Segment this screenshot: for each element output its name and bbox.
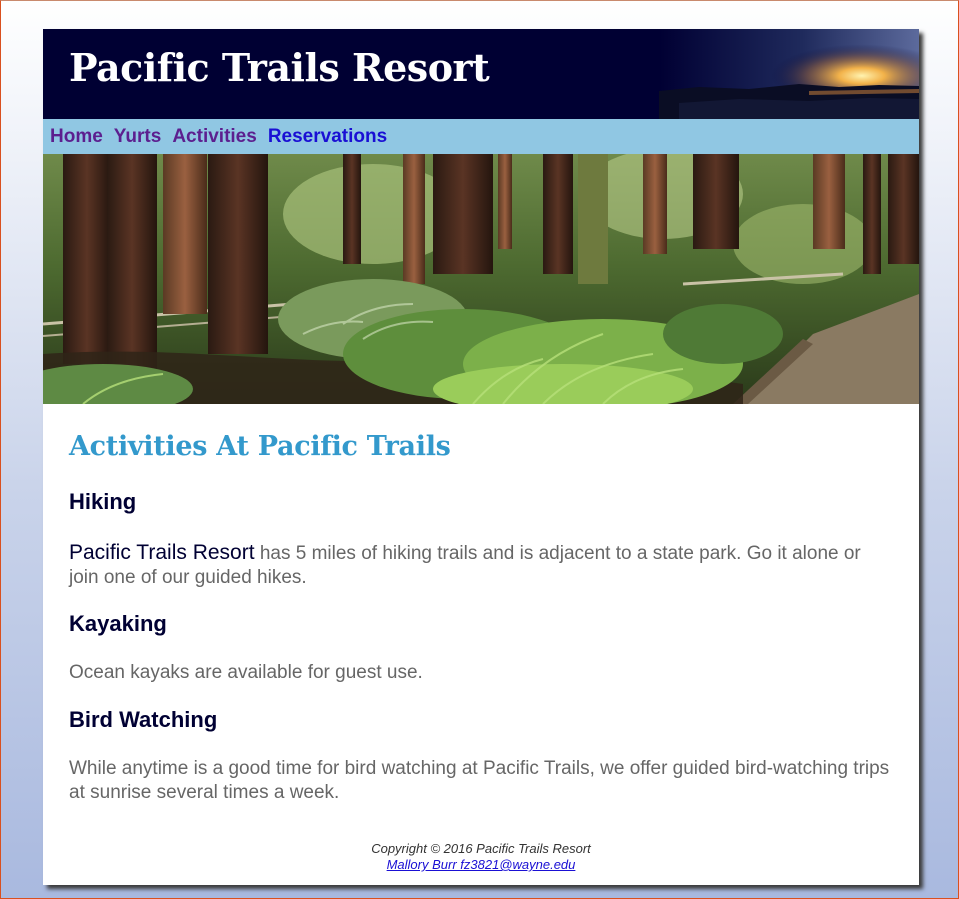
bird-watching-paragraph: While anytime is a good time for bird wa…: [69, 758, 890, 803]
kayaking-paragraph: Ocean kayaks are available for guest use…: [69, 662, 423, 683]
resort-name-text: Pacific Trails Resort: [69, 541, 255, 564]
nav-home-link[interactable]: Home: [50, 126, 103, 148]
sunset-banner-image: [659, 29, 919, 119]
redwood-forest-image: [43, 154, 919, 404]
copyright-text: Copyright © 2016 Pacific Trails Resort: [371, 841, 591, 856]
contact-email-link[interactable]: Mallory Burr fz3821@wayne.edu: [387, 857, 576, 872]
page-heading: Activities At Pacific Trails: [69, 431, 451, 462]
page-wrapper: Pacific Trails Resort Home Yurts Activit…: [43, 29, 919, 885]
hiking-heading: Hiking: [69, 489, 137, 514]
main-nav: Home Yurts Activities Reservations: [43, 119, 919, 154]
hiking-paragraph: Pacific Trails Resort has 5 miles of hik…: [69, 541, 895, 590]
hero-image: [43, 154, 919, 404]
nav-reservations-link[interactable]: Reservations: [268, 126, 387, 148]
site-footer: Copyright © 2016 Pacific Trails Resort M…: [43, 841, 919, 873]
nav-yurts-link[interactable]: Yurts: [114, 126, 162, 148]
site-title: Pacific Trails Resort: [69, 45, 490, 90]
main-content: Activities At Pacific Trails Hiking Paci…: [69, 404, 895, 805]
site-header: Pacific Trails Resort: [43, 29, 919, 119]
kayaking-heading: Kayaking: [69, 611, 167, 636]
bird-watching-heading: Bird Watching: [69, 707, 218, 732]
nav-activities-link[interactable]: Activities: [172, 126, 256, 148]
